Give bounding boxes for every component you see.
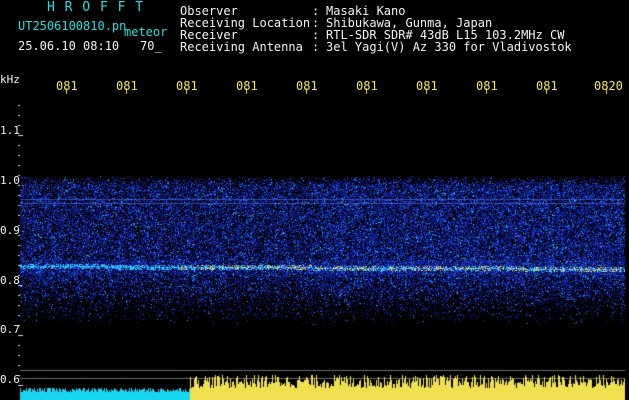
y-axis-unit: kHz <box>0 73 20 86</box>
x-tick-10: 0820 <box>594 79 623 93</box>
file-name: UT2506100810.pn <box>18 19 127 33</box>
x-tick-4: 081 <box>236 79 258 93</box>
x-tick-2: 081 <box>116 79 138 93</box>
event-kind: meteor <box>124 25 168 39</box>
y-tick-1-1: 1.1 <box>0 124 20 137</box>
x-tick-9: 081 <box>536 79 558 93</box>
info-label-antenna: Receiving Antenna <box>180 40 303 54</box>
logo-text: H R O F F T <box>47 0 145 15</box>
x-tick-5: 081 <box>296 79 318 93</box>
date-time: 25.06.10 08:10 <box>18 39 120 53</box>
y-tick-0-7: 0.7 <box>0 323 20 336</box>
y-tick-0-6: 0.6 <box>0 373 20 386</box>
x-tick-1: 081 <box>56 79 78 93</box>
y-tick-1-0: 1.0 <box>0 174 20 187</box>
x-tick-7: 081 <box>416 79 438 93</box>
x-tick-6: 081 <box>356 79 378 93</box>
info-sep-antenna: : <box>312 40 320 54</box>
x-tick-3: 081 <box>176 79 198 93</box>
x-tick-8: 081 <box>476 79 498 93</box>
info-value-antenna: 3el Yagi(V) Az 330 for Vladivostok <box>326 40 572 54</box>
y-tick-0-8: 0.8 <box>0 274 20 287</box>
y-tick-0-9: 0.9 <box>0 224 20 237</box>
spectrogram-canvas <box>0 0 629 400</box>
event-count: 70_ <box>140 39 162 53</box>
